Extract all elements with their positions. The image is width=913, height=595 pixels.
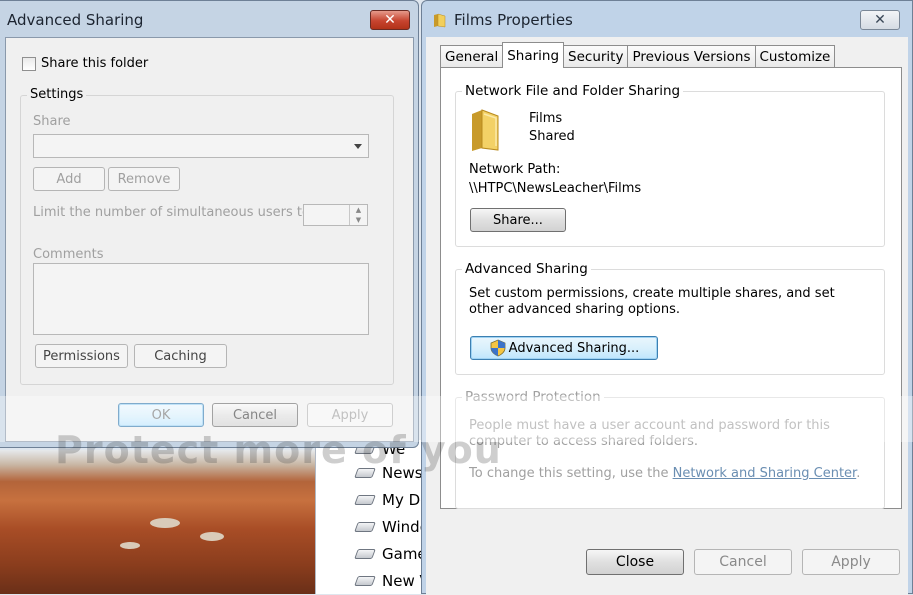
share-button[interactable]: Share... [470,208,566,232]
drive-icon [354,576,376,586]
explorer-item[interactable]: Windo [354,516,429,538]
tab-general[interactable]: General [440,45,504,67]
drive-icon [354,549,376,559]
explorer-item[interactable]: My Do [354,489,429,511]
comments-field[interactable] [33,263,369,335]
ok-button[interactable]: OK [118,403,204,427]
close-button[interactable]: ✕ [370,10,410,30]
wallpaper-rock [120,542,140,549]
password-protection-group: Password Protection People must have a u… [455,389,885,509]
spin-down-icon[interactable]: ▼ [350,215,367,225]
cancel-button[interactable]: Cancel [694,549,792,575]
explorer-item[interactable]: Game [354,543,427,565]
wallpaper-rock [150,518,180,528]
films-properties-window: Films Properties ✕ General Sharing Secur… [421,0,913,595]
settings-group: Settings Share Add Remove Limit the numb… [20,87,394,385]
tab-security[interactable]: Security [563,45,629,67]
remove-button[interactable]: Remove [108,167,180,191]
folder-icon [434,13,446,28]
network-sharing-center-link[interactable]: Network and Sharing Center [673,466,857,481]
advanced-sharing-group: Advanced Sharing Set custom permissions,… [455,261,885,375]
limit-users-label: Limit the number of simultaneous users t… [33,205,315,220]
share-folder-label: Share this folder [41,56,149,71]
comments-label: Comments [33,247,104,262]
share-folder-checkbox[interactable] [22,56,36,71]
share-name-combo[interactable] [33,134,369,158]
network-path-value: \\HTPC\NewsLeacher\Films [469,181,642,196]
network-path-label: Network Path: [469,162,561,177]
tab-previous-versions[interactable]: Previous Versions [627,45,756,67]
tab-sharing[interactable]: Sharing [502,42,565,68]
explorer-item[interactable]: New V [354,570,430,592]
add-button[interactable]: Add [33,167,105,191]
spinner-buttons[interactable]: ▲ ▼ [349,205,367,225]
password-protection-description: People must have a user account and pass… [469,418,830,449]
share-name-label: Share [33,114,71,129]
advanced-sharing-button-label: Advanced Sharing... [508,340,640,356]
password-protection-heading: Password Protection [462,389,604,405]
settings-label: Settings [27,87,87,102]
apply-button[interactable]: Apply [307,403,393,427]
close-button[interactable]: ✕ [860,10,900,30]
user-limit-spinner[interactable]: ▲ ▼ [303,204,368,226]
caching-button[interactable]: Caching [134,344,227,368]
advanced-sharing-description: Set custom permissions, create multiple … [469,286,835,317]
close-icon: ✕ [384,12,396,28]
folder-name: Films [529,111,563,126]
spin-up-icon[interactable]: ▲ [350,205,367,215]
network-sharing-group: Network File and Folder Sharing Films Sh… [455,83,885,247]
drive-icon [354,522,376,532]
close-dialog-button[interactable]: Close [586,549,684,575]
share-folder-checkbox-row[interactable]: Share this folder [22,56,148,71]
close-icon: ✕ [874,12,886,28]
properties-body: General Sharing Security Previous Versio… [426,37,908,595]
folder-status: Shared [529,129,575,144]
window-title: Films Properties [454,11,573,29]
uac-shield-icon [490,339,506,357]
shared-folder-icon [472,109,499,151]
title-bar[interactable]: Films Properties ✕ [422,1,912,39]
network-sharing-heading: Network File and Folder Sharing [462,83,684,99]
apply-button[interactable]: Apply [802,549,900,575]
tab-strip: General Sharing Security Previous Versio… [440,42,836,68]
dialog-title: Advanced Sharing [7,11,144,29]
advanced-sharing-dialog: Advanced Sharing ✕ Share this folder Set… [0,0,419,448]
drive-icon [354,495,376,505]
tab-customize[interactable]: Customize [754,45,836,67]
advanced-sharing-button[interactable]: Advanced Sharing... [470,336,658,360]
title-bar[interactable]: Advanced Sharing ✕ [0,1,418,39]
change-setting-text: To change this setting, use the Network … [469,466,861,481]
advanced-sharing-heading: Advanced Sharing [462,261,591,277]
sharing-tab-panel: Network File and Folder Sharing Films Sh… [440,67,902,509]
permissions-button[interactable]: Permissions [35,344,128,368]
watermark-text: Protect more of you [55,428,502,472]
dialog-body: Share this folder Settings Share Add Rem… [5,37,414,442]
chevron-down-icon [354,144,362,149]
wallpaper-rock [200,532,224,541]
cancel-button[interactable]: Cancel [212,403,298,427]
